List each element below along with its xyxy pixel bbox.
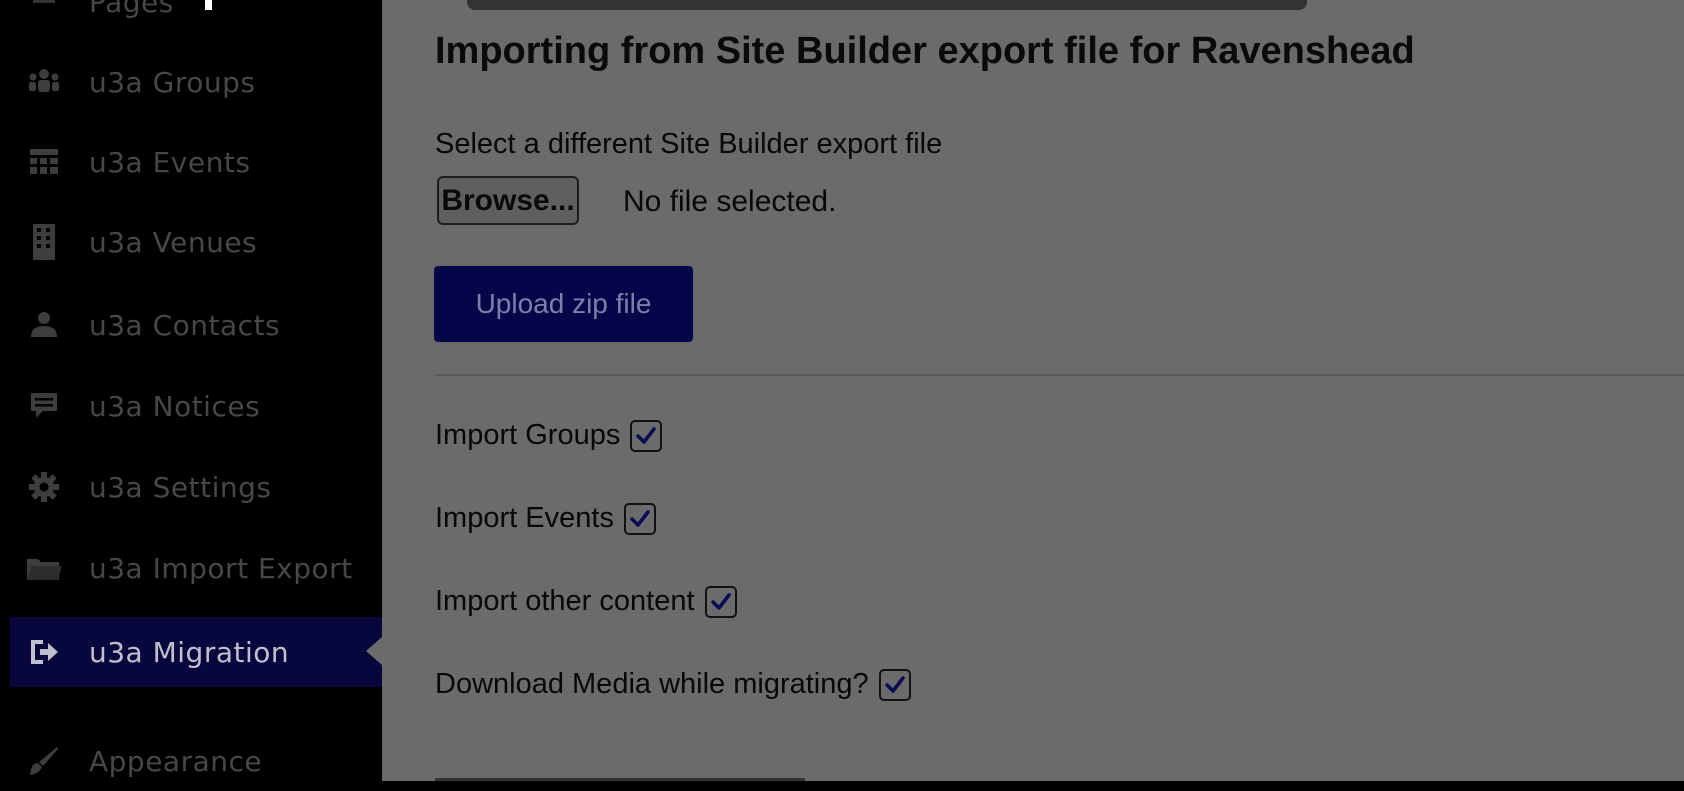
migration-icon — [24, 632, 64, 672]
sidebar-item-label: u3a Contacts — [89, 308, 281, 342]
sidebar-item-appearance[interactable]: Appearance — [10, 731, 382, 791]
sidebar-item-pages[interactable]: Pages — [10, 0, 382, 32]
import-events-option: Import Events — [435, 502, 656, 535]
sidebar-item-label: u3a Groups — [89, 65, 256, 99]
download-media-checkbox[interactable] — [878, 668, 911, 701]
calendar-icon — [24, 142, 64, 182]
page-title: Importing from Site Builder export file … — [435, 30, 1415, 72]
sidebar-item-label: u3a Venues — [89, 225, 258, 259]
sidebar-item-import-export[interactable]: u3a Import Export — [10, 538, 382, 598]
checkmark-icon — [630, 509, 650, 527]
main-content: Importing from Site Builder export file … — [382, 0, 1684, 781]
notice-icon — [24, 386, 64, 426]
import-groups-label: Import Groups — [435, 419, 621, 451]
building-icon — [24, 222, 64, 262]
brush-icon — [24, 741, 64, 781]
import-other-content-option: Import other content — [435, 585, 737, 618]
checkmark-icon — [710, 592, 731, 610]
download-media-option: Download Media while migrating? — [435, 668, 911, 701]
import-groups-option: Import Groups — [435, 419, 663, 452]
browse-button[interactable]: Browse... — [437, 176, 579, 225]
import-events-checkbox[interactable] — [623, 502, 656, 535]
import-events-label: Import Events — [435, 502, 614, 534]
import-other-content-checkbox[interactable] — [704, 585, 737, 618]
sidebar-item-label: u3a Import Export — [89, 551, 353, 585]
file-select-label: Select a different Site Builder export f… — [435, 128, 943, 160]
folder-icon — [24, 548, 64, 588]
section-divider — [435, 374, 1684, 376]
import-other-content-label: Import other content — [435, 585, 695, 617]
upload-zip-button[interactable]: Upload zip file — [434, 266, 693, 342]
sidebar-item-settings[interactable]: u3a Settings — [10, 457, 382, 517]
checkmark-icon — [884, 675, 905, 693]
sidebar-item-label: u3a Migration — [89, 635, 290, 669]
sidebar-item-contacts[interactable]: u3a Contacts — [10, 295, 382, 355]
sidebar-item-label: u3a Settings — [89, 470, 272, 504]
sidebar-item-groups[interactable]: u3a Groups — [10, 52, 382, 112]
pages-icon — [24, 0, 64, 22]
contact-icon — [24, 305, 64, 345]
admin-sidebar: Pages u3a Groups u3a Events u3a Venues u… — [10, 0, 382, 781]
top-input-edge — [467, 0, 1307, 10]
sidebar-item-events[interactable]: u3a Events — [10, 132, 382, 192]
download-media-label: Download Media while migrating? — [435, 668, 869, 700]
sidebar-item-migration[interactable]: u3a Migration — [10, 617, 382, 687]
sidebar-item-label: Appearance — [89, 744, 263, 778]
sidebar-item-venues[interactable]: u3a Venues — [10, 212, 382, 272]
checkmark-icon — [636, 426, 657, 444]
import-groups-checkbox[interactable] — [630, 419, 663, 452]
groups-icon — [24, 62, 64, 102]
gear-icon — [24, 467, 64, 507]
file-status-text: No file selected. — [623, 185, 837, 218]
sidebar-item-label: u3a Notices — [89, 389, 261, 423]
sidebar-item-label: Pages — [89, 0, 174, 19]
sidebar-item-notices[interactable]: u3a Notices — [10, 376, 382, 436]
sidebar-item-label: u3a Events — [89, 145, 251, 179]
